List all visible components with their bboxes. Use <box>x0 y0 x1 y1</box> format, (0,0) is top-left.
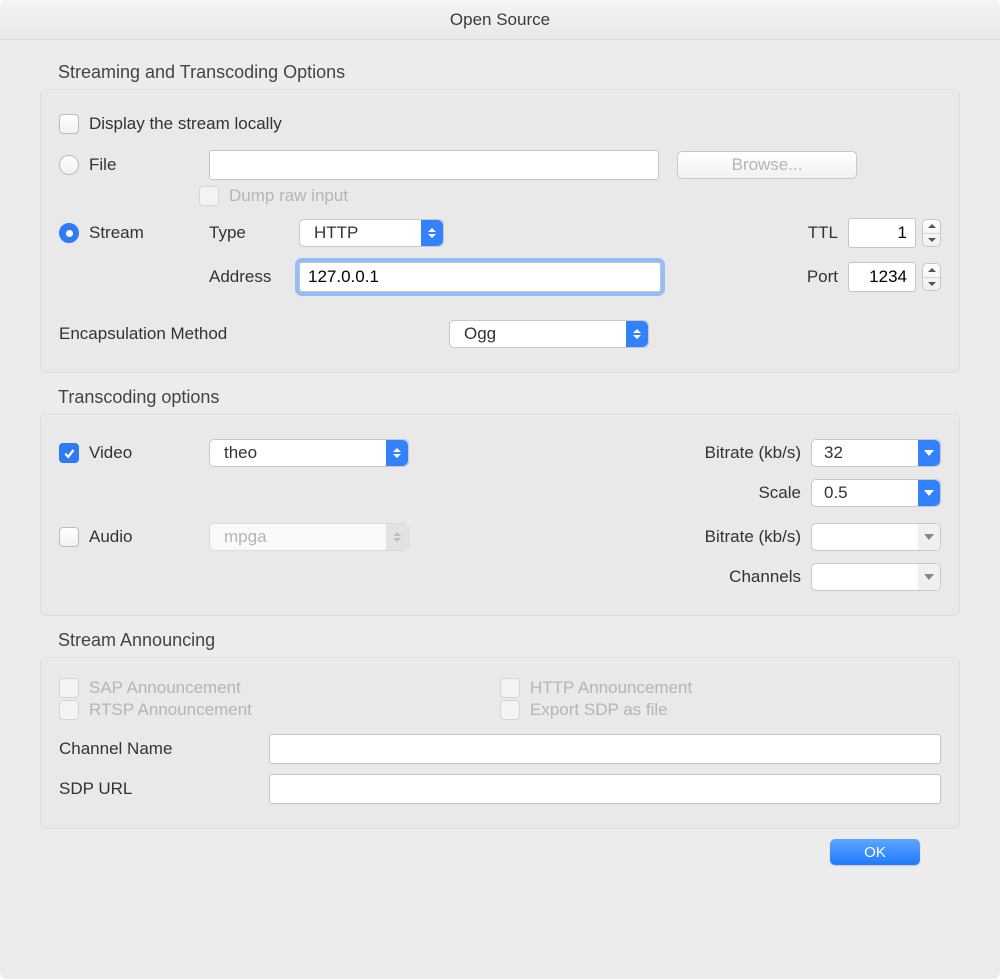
video-codec-select[interactable]: theo <box>209 439 409 467</box>
updown-icon <box>386 524 408 550</box>
updown-icon <box>626 321 648 347</box>
dump-raw-label: Dump raw input <box>229 186 348 206</box>
transcoding-section-label: Transcoding options <box>58 387 960 408</box>
stepper-down-icon <box>923 278 940 291</box>
http-ann-label: HTTP Announcement <box>530 678 692 698</box>
stepper-up-icon <box>923 220 940 234</box>
channel-name-label: Channel Name <box>59 739 269 759</box>
video-checkbox[interactable] <box>59 443 79 463</box>
audio-bitrate-combo <box>811 523 941 551</box>
chevron-down-icon <box>918 524 940 550</box>
export-sdp-label: Export SDP as file <box>530 700 668 720</box>
encap-select-value: Ogg <box>450 324 626 344</box>
stream-label: Stream <box>89 223 144 243</box>
transcoding-section: Video theo Bitrate (kb/s) 32 Scale <box>40 414 960 616</box>
video-scale-label: Scale <box>671 483 811 503</box>
audio-codec-select: mpga <box>209 523 409 551</box>
display-locally-checkbox[interactable] <box>59 114 79 134</box>
open-source-window: Open Source Streaming and Transcoding Op… <box>0 0 1000 979</box>
sdp-url-label: SDP URL <box>59 779 269 799</box>
stepper-down-icon <box>923 234 940 247</box>
video-scale-combo[interactable]: 0.5 <box>811 479 941 507</box>
ttl-input[interactable] <box>848 218 916 248</box>
chevron-down-icon <box>918 440 940 466</box>
http-ann-checkbox <box>500 678 520 698</box>
audio-bitrate-label: Bitrate (kb/s) <box>671 527 811 547</box>
audio-checkbox[interactable] <box>59 527 79 547</box>
port-input[interactable] <box>848 262 916 292</box>
ok-button[interactable]: OK <box>830 839 920 865</box>
dump-raw-checkbox <box>199 186 219 206</box>
sap-checkbox <box>59 678 79 698</box>
video-bitrate-combo[interactable]: 32 <box>811 439 941 467</box>
rtsp-checkbox <box>59 700 79 720</box>
display-locally-label: Display the stream locally <box>89 114 282 134</box>
file-radio[interactable] <box>59 155 79 175</box>
video-codec-value: theo <box>210 443 386 463</box>
type-select-value: HTTP <box>300 223 421 243</box>
encap-label: Encapsulation Method <box>59 324 449 344</box>
content-area: Streaming and Transcoding Options Displa… <box>0 40 1000 877</box>
browse-button[interactable]: Browse... <box>677 151 857 179</box>
audio-channels-combo <box>811 563 941 591</box>
updown-icon <box>386 440 408 466</box>
type-label: Type <box>209 223 299 243</box>
encap-select[interactable]: Ogg <box>449 320 649 348</box>
audio-label: Audio <box>89 527 132 547</box>
chevron-down-icon <box>918 564 940 590</box>
video-label: Video <box>89 443 132 463</box>
announcing-section-label: Stream Announcing <box>58 630 960 651</box>
ttl-label: TTL <box>793 223 848 243</box>
video-scale-value: 0.5 <box>812 483 918 503</box>
export-sdp-checkbox <box>500 700 520 720</box>
rtsp-label: RTSP Announcement <box>89 700 252 720</box>
audio-channels-label: Channels <box>671 567 811 587</box>
streaming-section: Display the stream locally File Browse..… <box>40 89 960 373</box>
sap-label: SAP Announcement <box>89 678 241 698</box>
footer: OK <box>40 829 960 865</box>
port-stepper[interactable] <box>922 263 941 291</box>
audio-codec-value: mpga <box>210 527 386 547</box>
video-bitrate-value: 32 <box>812 443 918 463</box>
updown-icon <box>421 220 443 246</box>
address-input[interactable] <box>299 262 661 292</box>
channel-name-input[interactable] <box>269 734 941 764</box>
announcing-section: SAP Announcement RTSP Announcement HTTP … <box>40 657 960 829</box>
stream-radio[interactable] <box>59 223 79 243</box>
video-bitrate-label: Bitrate (kb/s) <box>671 443 811 463</box>
port-label: Port <box>793 267 848 287</box>
streaming-section-label: Streaming and Transcoding Options <box>58 62 960 83</box>
ttl-stepper[interactable] <box>922 219 941 247</box>
file-path-input[interactable] <box>209 150 659 180</box>
address-label: Address <box>209 267 299 287</box>
chevron-down-icon <box>918 480 940 506</box>
stepper-up-icon <box>923 264 940 278</box>
type-select[interactable]: HTTP <box>299 219 444 247</box>
window-title: Open Source <box>0 0 1000 40</box>
file-label: File <box>89 155 116 175</box>
sdp-url-input[interactable] <box>269 774 941 804</box>
